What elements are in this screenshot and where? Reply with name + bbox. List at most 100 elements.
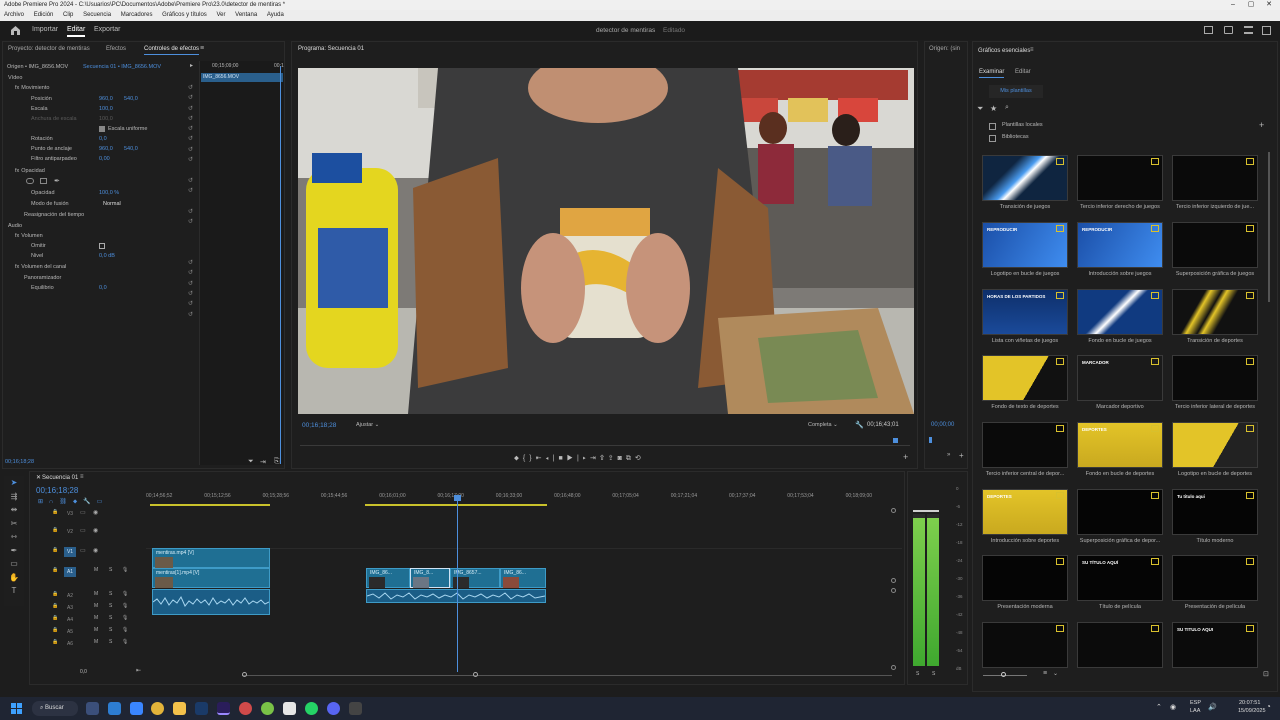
solo-button[interactable]: S — [109, 627, 112, 633]
track-zoom-bottom[interactable] — [891, 665, 896, 670]
wrench-timeline-icon[interactable]: 🔧 — [83, 499, 96, 505]
photoshop-icon[interactable] — [195, 702, 208, 715]
opacity-group-label[interactable]: Opacidad — [21, 168, 45, 174]
eye-icon[interactable]: ◉ — [93, 509, 98, 516]
eg-scrollbar[interactable] — [1268, 152, 1270, 302]
template-thumb[interactable] — [982, 155, 1068, 201]
stop-icon[interactable]: ■ — [558, 455, 566, 462]
type-tool-icon[interactable]: T — [4, 584, 24, 598]
file-explorer-icon[interactable] — [173, 702, 186, 715]
tab-exportar[interactable]: Exportar — [94, 26, 120, 33]
template-thumb[interactable] — [982, 422, 1068, 468]
marker-icon[interactable]: ⬥ — [514, 455, 523, 462]
selection-tool-icon[interactable]: ➤ — [4, 476, 24, 490]
volume-label[interactable]: Volumen — [21, 233, 42, 239]
track-label[interactable]: V2 — [64, 527, 76, 537]
eg-search-input[interactable]: ⌕ — [1005, 104, 1205, 114]
clip-v2-mentiras[interactable]: mentiras.mp4 [V] — [152, 548, 270, 568]
share-icon[interactable] — [1224, 26, 1233, 34]
scale-value[interactable]: 100,0 — [99, 104, 113, 114]
eg-tab-edit[interactable]: Editar — [1015, 66, 1031, 78]
mic-icon[interactable]: 🎙 — [122, 615, 128, 621]
whatsapp-icon[interactable] — [305, 702, 318, 715]
app-icon-red[interactable] — [239, 702, 252, 715]
source-mini-title[interactable]: Origen: (sin — [929, 43, 960, 55]
track-label[interactable]: A2 — [64, 591, 76, 601]
mic-icon[interactable]: 🎙 — [122, 567, 128, 573]
program-scrub-bar[interactable] — [300, 445, 910, 446]
clip-img-4[interactable]: IMG_86... — [500, 568, 546, 588]
template-thumb[interactable] — [1077, 622, 1163, 668]
loop-icon[interactable]: ⟲ — [635, 455, 645, 462]
linked-icon[interactable]: ⛓ — [59, 499, 73, 505]
opacity-value[interactable]: 100,0 % — [99, 188, 119, 198]
premiere-icon[interactable] — [217, 702, 230, 715]
sort-icon[interactable]: ⌄ — [1053, 670, 1058, 677]
timeline-scroll-right[interactable] — [473, 672, 478, 677]
filter-icon-eg[interactable]: ⏷ — [977, 104, 983, 114]
pen-tool-icon[interactable]: ✒ — [4, 544, 24, 558]
nest-icon[interactable]: ⊞ — [38, 499, 49, 505]
motion-label[interactable]: Movimiento — [21, 85, 49, 91]
sync-lock-icon[interactable]: ▭ — [80, 509, 86, 516]
clock-date[interactable]: 15/09/2025 — [1238, 708, 1266, 714]
rectangle-tool-icon[interactable]: ▭ — [4, 557, 24, 571]
template-thumb[interactable] — [1172, 355, 1258, 401]
track-label[interactable]: A3 — [64, 603, 76, 613]
export-icon[interactable]: ⎘ — [274, 458, 280, 466]
step-back-icon[interactable]: ◂| — [545, 455, 558, 462]
eg-tab-browse[interactable]: Examinar — [979, 66, 1005, 78]
lock-icon[interactable]: 🔒 — [52, 603, 58, 609]
sequence-label[interactable]: Secuencia 01 • IMG_8656.MOV — [83, 62, 161, 72]
clock-time[interactable]: 20:07:51 — [1239, 700, 1260, 706]
local-templates-checkbox[interactable] — [989, 123, 996, 130]
video-frame[interactable] — [298, 68, 914, 414]
list-view-icon[interactable]: ≡ — [1043, 670, 1047, 677]
mix-arrow-icon[interactable]: ⇤ — [136, 667, 141, 674]
go-out-icon[interactable]: ⇥ — [590, 455, 600, 462]
track-label[interactable]: A4 — [64, 615, 76, 625]
hand-tool-icon[interactable]: ✋ — [4, 571, 24, 585]
timeline-title[interactable]: Secuencia 01 — [42, 472, 78, 484]
anchor-y[interactable]: 540,0 — [124, 144, 138, 154]
tray-chevron-icon[interactable]: ⌃ — [1156, 703, 1162, 711]
menu-archivo[interactable]: Archivo — [4, 12, 24, 18]
capcut-icon[interactable] — [283, 702, 296, 715]
meter-solo-right[interactable]: S — [932, 671, 935, 677]
source-mini-playhead[interactable] — [929, 437, 932, 443]
clip-img-1[interactable]: IMG_86... — [366, 568, 410, 588]
menu-icon[interactable] — [1244, 26, 1253, 34]
position-y[interactable]: 540,0 — [124, 94, 138, 104]
meter-solo-left[interactable]: S — [916, 671, 919, 677]
solo-button[interactable]: S — [109, 615, 112, 621]
clip-a1-mentiras[interactable] — [152, 589, 270, 615]
star-icon[interactable]: ★ — [990, 104, 997, 113]
my-templates-button[interactable]: Mis plantillas — [989, 85, 1043, 98]
effect-controls-timecode[interactable]: 00;16;18;28 — [5, 459, 34, 465]
flicker-value[interactable]: 0,00 — [99, 154, 110, 164]
timeline-close-icon[interactable]: ✕ — [36, 474, 41, 481]
template-thumb[interactable] — [982, 555, 1068, 601]
timeline-menu-icon[interactable]: ≡ — [80, 474, 84, 480]
anchor-x[interactable]: 960,0 — [99, 144, 113, 154]
source-mini-more-icon[interactable]: » — [947, 452, 950, 458]
lock-icon[interactable]: 🔒 — [52, 527, 58, 533]
track-zoom-top[interactable] — [891, 508, 896, 513]
panel-menu-icon[interactable]: ≡ — [200, 45, 204, 52]
solo-button[interactable]: S — [109, 603, 112, 609]
mic-icon[interactable]: 🎙 — [122, 603, 128, 609]
template-thumb[interactable] — [1077, 489, 1163, 535]
slip-icon[interactable]: ⇿ — [4, 530, 24, 544]
lock-icon[interactable]: 🔒 — [52, 627, 58, 633]
track-zoom-mid2[interactable] — [891, 588, 896, 593]
razor-icon[interactable]: ✂ — [4, 517, 24, 531]
template-thumb[interactable]: HORAS DE LOS PARTIDOS — [982, 289, 1068, 335]
menu-graficos[interactable]: Gráficos y títulos — [162, 12, 207, 18]
tab-effects[interactable]: Efectos — [106, 43, 126, 55]
track-label[interactable]: A5 — [64, 627, 76, 637]
libraries-checkbox[interactable] — [989, 135, 996, 142]
template-thumb[interactable]: Tu titulo aqui — [1172, 489, 1258, 535]
tab-effect-controls[interactable]: Controles de efectos — [144, 43, 200, 55]
fit-select[interactable]: Ajustar ⌄ — [356, 422, 379, 428]
panner-label[interactable]: Panoramizador — [24, 273, 61, 283]
